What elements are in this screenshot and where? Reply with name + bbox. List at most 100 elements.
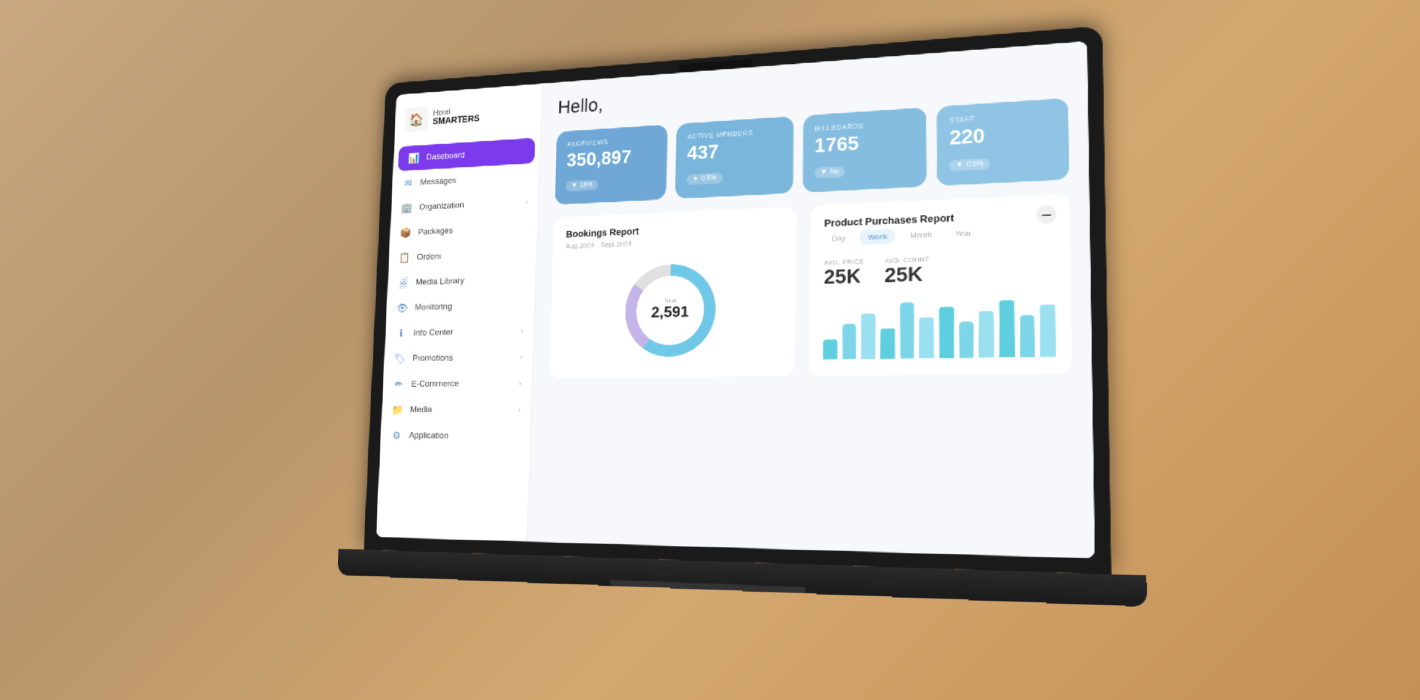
info-center-icon: ℹ: [395, 327, 407, 340]
stat-label-3: STAFF: [949, 111, 1055, 125]
sidebar-label-packages: Packages: [418, 225, 453, 236]
logo-text: Hotel SMARTERS: [433, 106, 481, 128]
camera-bump: [678, 59, 753, 72]
messages-icon: ✉: [402, 176, 414, 189]
promotions-icon: 🏷: [394, 352, 406, 365]
donut-total-label: Total: [664, 299, 676, 305]
badge-icon-1: ▼: [692, 176, 699, 183]
badge-text-3: 0.5%: [966, 161, 983, 169]
bar-chart: [823, 294, 1056, 360]
organization-icon: 🏢: [401, 201, 413, 214]
logo-icon: 🏠: [405, 106, 429, 132]
stat-card-members: ACTIVE MEMBERS 437 ▼ 0.5%: [675, 116, 793, 199]
sidebar-label-ecommerce: E-Commerce: [411, 378, 459, 388]
metric-value-count: 25K: [885, 264, 930, 289]
metric-label-price: AVG. PRICE: [824, 259, 864, 267]
donut-center: Total 2,591: [651, 298, 689, 322]
stat-badge-1: ▼ 0.5%: [686, 173, 722, 185]
bar-item: [900, 302, 914, 358]
donut-container: Total 2,591: [618, 256, 724, 364]
sidebar-label-media: Media: [410, 404, 432, 414]
sidebar-label-organization: Organization: [419, 200, 464, 212]
bar-item: [823, 339, 837, 359]
application-icon: ⚙: [390, 429, 402, 442]
sidebar-item-monitoring[interactable]: 👁 Monitoring: [386, 291, 535, 320]
purchases-card: — Product Purchases Report Day Week Mont…: [809, 194, 1072, 376]
filter-week[interactable]: Week: [860, 229, 896, 245]
sidebar-label-application: Application: [409, 430, 449, 440]
bar-item: [861, 313, 875, 359]
badge-icon-0: ▼: [571, 183, 577, 190]
stat-card-staff: STAFF 220 ▼ 0.5%: [937, 98, 1069, 186]
bar-item: [1040, 304, 1056, 357]
sidebar-label-promotions: Promotions: [412, 353, 453, 364]
logo-smarters-text: SMARTERS: [433, 114, 480, 127]
metric-label-count: AVG. COUNT: [885, 257, 930, 266]
orders-icon: 📋: [399, 251, 411, 264]
monitoring-icon: 👁: [396, 301, 408, 314]
stat-card-billboards: BILLBOARDS 1765 ▼ No: [802, 107, 926, 192]
ecommerce-icon: ✏: [393, 377, 405, 390]
packages-icon: 📦: [400, 226, 412, 239]
sidebar-item-promotions[interactable]: 🏷 Promotions ›: [384, 343, 534, 371]
laptop-wrapper: 🏠 Hotel SMARTERS 📊 Daseboard ✉ Messages: [333, 33, 1108, 677]
badge-icon-3: ▼: [956, 162, 963, 169]
sidebar-item-ecommerce[interactable]: ✏ E-Commerce ›: [383, 370, 533, 397]
stat-value-3: 220: [950, 122, 1056, 148]
stat-label-2: BILLBOARDS: [815, 120, 915, 133]
sidebar-item-application[interactable]: ⚙ Application: [380, 422, 531, 449]
stat-value-1: 437: [687, 139, 781, 164]
metric-avg-price: AVG. PRICE 25K: [824, 259, 864, 290]
stat-badge-0: ▼ 16%: [566, 180, 598, 192]
donut-chart: [618, 256, 724, 364]
sidebar-label-orders: Orders: [417, 251, 442, 262]
bar-item: [919, 317, 933, 358]
metric-avg-count: AVG. COUNT 25K: [885, 257, 930, 289]
purchases-title: Product Purchases Report: [824, 209, 1054, 230]
screen-inner: 🏠 Hotel SMARTERS 📊 Daseboard ✉ Messages: [376, 41, 1095, 558]
laptop-screen-frame: 🏠 Hotel SMARTERS 📊 Daseboard ✉ Messages: [364, 26, 1112, 575]
sidebar-item-media[interactable]: 📁 Media ›: [381, 396, 531, 423]
metrics-row: AVG. PRICE 25K AVG. COUNT 25K: [824, 252, 1055, 290]
page-title: Hello,: [557, 61, 1067, 120]
bookings-title: Bookings Report: [566, 221, 783, 241]
bar-item: [999, 300, 1014, 357]
sidebar-item-info-center[interactable]: ℹ Info Center ›: [385, 317, 534, 346]
main-content: Hello, PAGEVIEWS 350,897 ▼ 16% ACT: [528, 41, 1095, 558]
donut-total-value: 2,591: [651, 304, 689, 322]
chevron-promotions: ›: [520, 353, 523, 361]
stat-value-0: 350,897: [566, 147, 655, 171]
sidebar-label-dashboard: Daseboard: [426, 150, 465, 162]
sidebar-label-info-center: Info Center: [413, 327, 453, 338]
sidebar-label-messages: Messages: [420, 175, 456, 187]
stat-badge-3: ▼ 0.5%: [950, 158, 990, 171]
sidebar-label-media-library: Media Library: [416, 276, 465, 288]
bar-item: [1020, 315, 1035, 357]
filter-month[interactable]: Month: [902, 227, 940, 244]
media-library-icon: 🖼: [397, 276, 409, 289]
stat-value-2: 1765: [814, 131, 914, 156]
bar-item: [979, 311, 994, 358]
chevron-organization: ›: [525, 197, 528, 205]
badge-icon-2: ▼: [820, 169, 827, 176]
chevron-info-center: ›: [521, 326, 524, 334]
stat-label-1: ACTIVE MEMBERS: [687, 128, 781, 141]
filter-row: Day Week Month Year: [824, 222, 1054, 246]
filter-year[interactable]: Year: [947, 225, 980, 241]
media-icon: 📁: [392, 403, 404, 416]
laptop-base: [338, 549, 1147, 607]
bar-item: [880, 328, 894, 359]
laptop-outer: 🏠 Hotel SMARTERS 📊 Daseboard ✉ Messages: [333, 33, 1108, 677]
filter-day[interactable]: Day: [824, 230, 854, 246]
stat-card-pageviews: PAGEVIEWS 350,897 ▼ 16%: [555, 125, 668, 205]
badge-text-1: 0.5%: [701, 175, 716, 182]
metric-value-price: 25K: [824, 266, 864, 290]
collapse-button[interactable]: —: [1036, 205, 1056, 224]
dashboard-icon: 📊: [408, 151, 420, 164]
badge-text-2: No: [830, 168, 839, 175]
sidebar: 🏠 Hotel SMARTERS 📊 Daseboard ✉ Messages: [376, 83, 543, 541]
bookings-card: Bookings Report Aug 2024 - Sept 2024: [549, 206, 797, 378]
badge-text-0: 16%: [580, 182, 593, 189]
bar-item: [939, 307, 954, 359]
chevron-ecommerce: ›: [519, 379, 522, 387]
